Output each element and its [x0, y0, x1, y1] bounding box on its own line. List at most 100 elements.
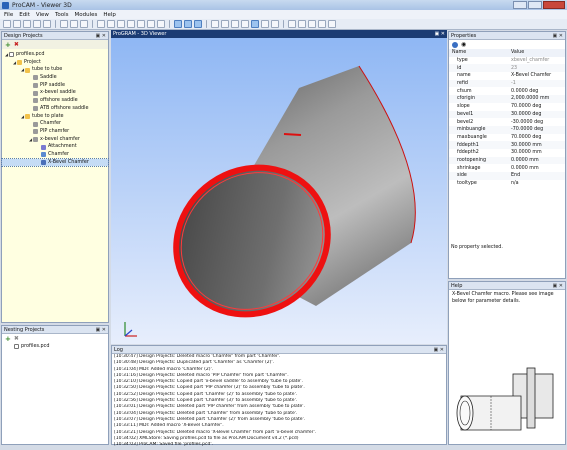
tree-row[interactable]: ATB offshore saddle	[2, 105, 108, 113]
property-value[interactable]: 30.0000 mm	[509, 149, 565, 157]
save-icon[interactable]	[23, 20, 31, 28]
column-header-name[interactable]: Name	[449, 49, 509, 57]
menu-modules[interactable]: Modules	[75, 12, 98, 18]
property-value[interactable]: -30.0000 deg	[509, 118, 565, 126]
column-header-value[interactable]: Value	[509, 49, 565, 57]
property-row[interactable]: maxbuangle 70.0000 deg	[449, 134, 565, 142]
paste-icon[interactable]	[80, 20, 88, 28]
add-icon[interactable]: +	[5, 41, 11, 49]
panel-dock-buttons[interactable]: ▣ ✕	[552, 33, 563, 39]
menu-view[interactable]: View	[36, 12, 49, 18]
new-file-icon[interactable]	[3, 20, 11, 28]
property-row[interactable]: bevel2 -30.0000 deg	[449, 118, 565, 126]
property-row[interactable]: side End	[449, 172, 565, 180]
print-icon[interactable]	[43, 20, 51, 28]
grid-icon[interactable]	[107, 20, 115, 28]
tree-row[interactable]: profiles.pcd	[2, 343, 108, 351]
settings-icon[interactable]	[97, 20, 105, 28]
tree-row[interactable]: ◢ tube to tube	[2, 66, 108, 74]
panel-dock-buttons[interactable]: ▣ ✕	[95, 327, 106, 333]
property-row[interactable]: cforigin 2,000.0000 mm	[449, 95, 565, 103]
shaded-icon[interactable]	[231, 20, 239, 28]
view-side-icon[interactable]	[194, 20, 202, 28]
property-row[interactable]: bevel1 30.0000 deg	[449, 110, 565, 119]
tree-row[interactable]: Saddle	[2, 74, 108, 82]
property-row[interactable]: shrinkage 0.0000 mm	[449, 164, 565, 172]
solid-icon[interactable]	[241, 20, 249, 28]
chart-icon[interactable]	[127, 20, 135, 28]
tree-row[interactable]: x-bevel saddle	[2, 89, 108, 97]
refresh-icon[interactable]	[271, 20, 279, 28]
property-value[interactable]: 70.0000 deg	[509, 134, 565, 142]
zoom-fit-icon[interactable]	[288, 20, 296, 28]
tree-row[interactable]: ◢ x-bevel chamfer	[2, 136, 108, 144]
zoom-in-icon[interactable]	[298, 20, 306, 28]
property-row[interactable]: tooltype n/a	[449, 180, 565, 188]
menu-edit[interactable]: Edit	[19, 12, 30, 18]
property-row[interactable]: id 23	[449, 64, 565, 73]
property-value[interactable]: 0.0000 deg	[509, 87, 565, 95]
panel-dock-buttons[interactable]: ▣ ✕	[552, 283, 563, 289]
select-icon[interactable]	[157, 20, 165, 28]
info-icon[interactable]	[452, 41, 458, 48]
tree-row[interactable]: ◢ profiles.pcd	[2, 51, 108, 59]
cut-icon[interactable]	[60, 20, 68, 28]
add-icon[interactable]: +	[5, 335, 11, 343]
layout-icon[interactable]	[117, 20, 125, 28]
menu-tools[interactable]: Tools	[55, 12, 69, 18]
property-row[interactable]: slope 70.0000 deg	[449, 103, 565, 111]
property-row[interactable]: fddepth1 30.0000 mm	[449, 141, 565, 149]
eye-icon[interactable]: ◉	[461, 41, 466, 48]
property-row[interactable]: rootopening 0.0000 mm	[449, 156, 565, 165]
iso-view-icon[interactable]	[251, 20, 259, 28]
property-row[interactable]: refid -1	[449, 79, 565, 88]
property-value[interactable]: 30.0000 mm	[509, 141, 565, 149]
property-value[interactable]: n/a	[509, 180, 565, 188]
maximize-button[interactable]	[528, 1, 542, 9]
tree-row[interactable]: ◢ Project	[2, 59, 108, 67]
zoom-window-icon[interactable]	[318, 20, 326, 28]
property-value[interactable]: 70.0000 deg	[509, 103, 565, 111]
property-value[interactable]: End	[509, 172, 565, 180]
edit-icon[interactable]	[211, 20, 219, 28]
property-row[interactable]: fddepth2 30.0000 mm	[449, 149, 565, 157]
view-front-icon[interactable]	[174, 20, 182, 28]
property-value[interactable]: xbevel_chamfer	[509, 57, 565, 65]
property-value[interactable]: X-Bevel Chamfer	[509, 72, 565, 80]
viewer-canvas[interactable]	[111, 38, 447, 344]
open-folder-icon[interactable]	[13, 20, 21, 28]
wireframe-icon[interactable]	[221, 20, 229, 28]
minimize-button[interactable]	[513, 1, 527, 9]
zoom-out-icon[interactable]	[308, 20, 316, 28]
copy-icon[interactable]	[70, 20, 78, 28]
property-value[interactable]: 30.0000 deg	[509, 111, 565, 119]
log-list[interactable]: [10:30:47] Design Projects: Deleted macr…	[112, 354, 446, 448]
property-row[interactable]: name X-Bevel Chamfer	[449, 72, 565, 80]
tree-row[interactable]: PIP saddle	[2, 82, 108, 90]
property-value[interactable]: 2,000.0000 mm	[509, 95, 565, 103]
delete-icon[interactable]: ✖	[14, 335, 19, 342]
zoom-extents-icon[interactable]	[328, 20, 336, 28]
property-row[interactable]: type xbevel_chamfer	[449, 57, 565, 65]
property-value[interactable]: -70.0000 deg	[509, 126, 565, 134]
delete-icon[interactable]: ✖	[14, 41, 19, 48]
tree-row[interactable]: PIP chamfer	[2, 128, 108, 136]
tree-row[interactable]: X-Bevel Chamfer	[1, 157, 109, 168]
tree-row[interactable]: Attachment	[2, 143, 108, 151]
view-top-icon[interactable]	[184, 20, 192, 28]
panel-dock-buttons[interactable]: ▣ ✕	[434, 31, 445, 37]
panel-dock-buttons[interactable]: ▣ ✕	[95, 33, 106, 39]
panel-dock-buttons[interactable]: ▣ ✕	[433, 347, 444, 353]
tree-row[interactable]: offshore saddle	[2, 97, 108, 105]
property-row[interactable]: cfsum 0.0000 deg	[449, 87, 565, 95]
ruler-icon[interactable]	[147, 20, 155, 28]
menu-help[interactable]: Help	[103, 12, 116, 18]
menu-file[interactable]: File	[4, 12, 13, 18]
tree-icon[interactable]	[137, 20, 145, 28]
property-value[interactable]: 23	[509, 64, 565, 72]
property-row[interactable]: minbuangle -70.0000 deg	[449, 125, 565, 134]
tree-row[interactable]: ◢ tube to plate	[2, 113, 108, 121]
close-button[interactable]	[543, 1, 565, 9]
property-value[interactable]: 0.0000 mm	[509, 157, 565, 165]
property-value[interactable]: -1	[509, 80, 565, 88]
